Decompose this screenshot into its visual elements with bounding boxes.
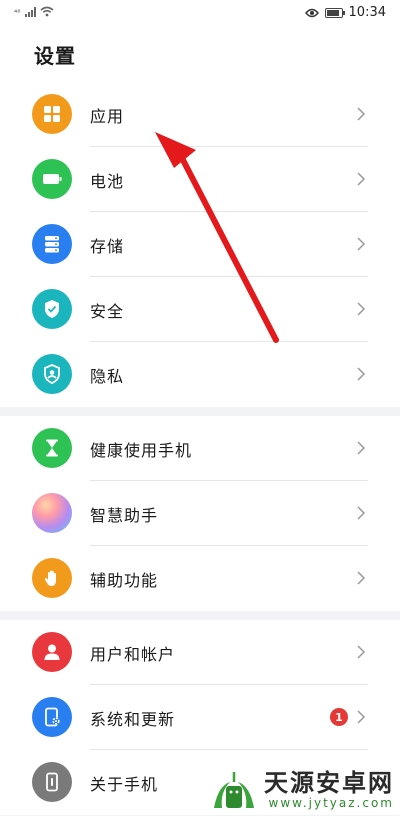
settings-group-1: 应用 电池 存储 安全 隐私 — [0, 82, 400, 407]
chevron-right-icon — [357, 571, 366, 585]
battery-icon — [32, 159, 72, 199]
settings-item-smart-assistant[interactable]: 智慧助手 — [0, 481, 400, 546]
update-badge: 1 — [330, 708, 348, 726]
settings-item-apps[interactable]: 应用 — [0, 82, 400, 147]
settings-item-label: 存储 — [90, 237, 125, 256]
status-right: 10:34 — [304, 5, 386, 20]
settings-item-users-accounts[interactable]: 用户和帐户 — [0, 620, 400, 685]
chevron-right-icon — [357, 172, 366, 186]
status-bar: ⁴⁶ 10:34 — [0, 0, 400, 28]
battery-status-icon — [324, 7, 345, 18]
chevron-right-icon — [357, 645, 366, 659]
settings-item-label: 关于手机 — [90, 775, 159, 794]
settings-item-label: 智慧助手 — [90, 506, 159, 525]
chevron-right-icon — [357, 367, 366, 381]
settings-item-label: 健康使用手机 — [90, 441, 193, 460]
settings-item-battery[interactable]: 电池 — [0, 147, 400, 212]
phone-info-icon — [32, 762, 72, 802]
settings-item-label: 辅助功能 — [90, 571, 159, 590]
status-left: ⁴⁶ — [14, 6, 54, 17]
settings-item-label: 应用 — [90, 107, 125, 126]
settings-item-system-update[interactable]: 系统和更新 1 — [0, 685, 400, 750]
settings-item-label: 系统和更新 — [90, 710, 176, 729]
chevron-right-icon — [357, 302, 366, 316]
smart-assistant-icon — [32, 493, 72, 533]
chevron-right-icon — [357, 710, 366, 724]
settings-item-storage[interactable]: 存储 — [0, 212, 400, 277]
chevron-right-icon — [357, 237, 366, 251]
settings-group-2: 健康使用手机 智慧助手 辅助功能 — [0, 416, 400, 611]
settings-item-label: 用户和帐户 — [90, 645, 176, 664]
settings-item-privacy[interactable]: 隐私 — [0, 342, 400, 407]
settings-item-label: 电池 — [90, 172, 125, 191]
android-logo-icon — [214, 772, 254, 808]
watermark-url: www.jytyaz.com — [268, 796, 394, 810]
hourglass-icon — [32, 428, 72, 468]
storage-icon — [32, 224, 72, 264]
apps-grid-icon — [32, 94, 72, 134]
watermark: 天源安卓网 www.jytyaz.com — [210, 768, 394, 812]
settings-item-digital-balance[interactable]: 健康使用手机 — [0, 416, 400, 481]
settings-item-label: 安全 — [90, 302, 125, 321]
eye-comfort-icon — [304, 8, 319, 17]
clock: 10:34 — [348, 5, 386, 20]
settings-item-accessibility[interactable]: 辅助功能 — [0, 546, 400, 611]
watermark-text: 天源安卓网 — [264, 769, 394, 797]
chevron-right-icon — [357, 441, 366, 455]
page-title: 设置 — [34, 44, 76, 68]
hand-icon — [32, 558, 72, 598]
settings-item-security[interactable]: 安全 — [0, 277, 400, 342]
wifi-icon — [40, 6, 54, 17]
privacy-shield-icon — [32, 354, 72, 394]
settings-item-label: 隐私 — [90, 367, 125, 386]
phone-settings-icon — [32, 697, 72, 737]
user-icon — [32, 632, 72, 672]
chevron-right-icon — [357, 506, 366, 520]
network-type: ⁴⁶ — [14, 8, 21, 17]
chevron-right-icon — [357, 107, 366, 121]
shield-check-icon — [32, 289, 72, 329]
header: 设置 — [0, 28, 400, 82]
signal-icon — [25, 7, 37, 17]
